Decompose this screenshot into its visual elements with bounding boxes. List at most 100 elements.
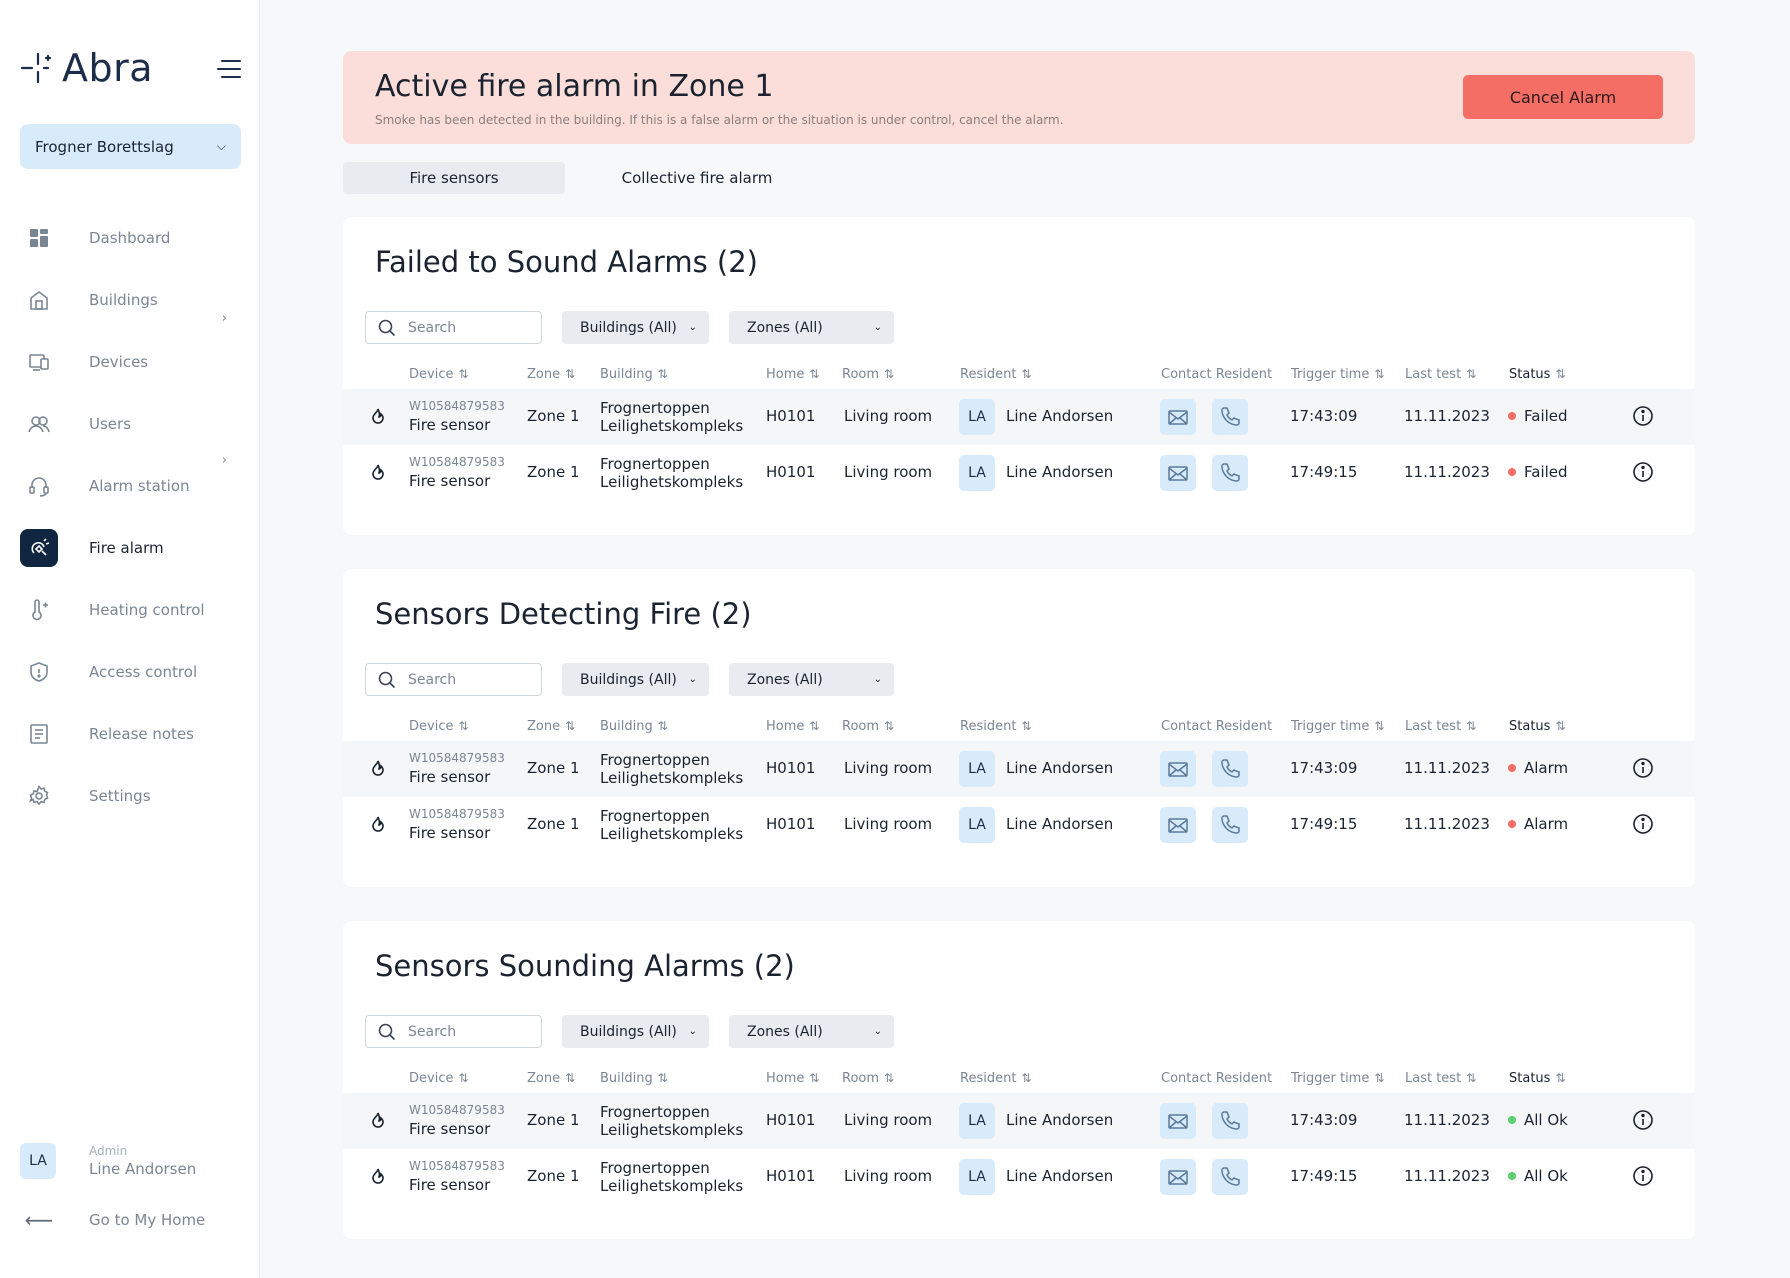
- organization-select[interactable]: Frogner Borettslag ⌵: [20, 124, 241, 169]
- call-resident-button[interactable]: [1212, 455, 1248, 491]
- tab-collective-fire-alarm[interactable]: Collective fire alarm: [565, 162, 829, 194]
- buildings-filter-dropdown[interactable]: Buildings (All) ⌄: [562, 1015, 709, 1048]
- buildings-filter-dropdown[interactable]: Buildings (All) ⌄: [562, 311, 709, 344]
- search-box[interactable]: [365, 311, 542, 344]
- nav-item-access-control[interactable]: Access control: [20, 641, 241, 703]
- sort-zone[interactable]: Zone ⇅: [527, 719, 575, 734]
- last-test-cell: 11.11.2023: [1404, 463, 1490, 481]
- email-resident-button[interactable]: [1160, 751, 1196, 787]
- sort-resident[interactable]: Resident ⇅: [960, 719, 1031, 734]
- zones-filter-dropdown[interactable]: Zones (All) ⌄: [729, 663, 894, 696]
- search-box[interactable]: [365, 1015, 542, 1048]
- status-label: Failed: [1524, 407, 1568, 425]
- nav-item-release-notes[interactable]: Release notes: [20, 703, 241, 765]
- nav-item-buildings[interactable]: Buildings ›: [20, 269, 241, 331]
- email-resident-button[interactable]: [1160, 455, 1196, 491]
- sort-room[interactable]: Room ⇅: [842, 367, 894, 382]
- table-row[interactable]: W10584879583 Fire sensor Zone 1 Frognert…: [343, 1149, 1695, 1205]
- sort-icon: ⇅: [565, 719, 576, 733]
- sort-zone[interactable]: Zone ⇅: [527, 367, 575, 382]
- sort-icon: ⇅: [565, 1071, 576, 1085]
- info-icon[interactable]: [1632, 813, 1654, 835]
- sort-trigger-time[interactable]: Trigger time ⇅: [1291, 367, 1384, 382]
- zones-filter-dropdown[interactable]: Zones (All) ⌄: [729, 311, 894, 344]
- call-resident-button[interactable]: [1212, 399, 1248, 435]
- sort-icon: ⇅: [884, 367, 895, 381]
- sort-room[interactable]: Room ⇅: [842, 719, 894, 734]
- info-icon[interactable]: [1632, 461, 1654, 483]
- table-row[interactable]: W10584879583 Fire sensor Zone 1 Frognert…: [343, 741, 1695, 797]
- sort-device[interactable]: Device ⇅: [409, 719, 469, 734]
- info-icon[interactable]: [1632, 757, 1654, 779]
- sort-device[interactable]: Device ⇅: [409, 367, 469, 382]
- nav-item-devices[interactable]: Devices: [20, 331, 241, 393]
- call-resident-button[interactable]: [1212, 1103, 1248, 1139]
- sort-device[interactable]: Device ⇅: [409, 1071, 469, 1086]
- sort-trigger-time[interactable]: Trigger time ⇅: [1291, 1071, 1384, 1086]
- nav-item-dashboard[interactable]: Dashboard: [20, 207, 241, 269]
- flame-icon: [368, 814, 388, 834]
- menu-toggle-icon[interactable]: [216, 58, 242, 80]
- sort-last-test[interactable]: Last test ⇅: [1405, 1071, 1476, 1086]
- info-icon[interactable]: [1632, 1165, 1654, 1187]
- call-resident-button[interactable]: [1212, 1159, 1248, 1195]
- resident-avatar: LA: [959, 1159, 995, 1195]
- abra-logo[interactable]: Abra: [20, 46, 153, 90]
- sort-building[interactable]: Building ⇅: [600, 1071, 668, 1086]
- arrow-left-icon: ⟵: [24, 1208, 54, 1232]
- table-row[interactable]: W10584879583 Fire sensor Zone 1 Frognert…: [343, 797, 1695, 853]
- section-title: Failed to Sound Alarms (2): [375, 245, 758, 279]
- logo-text: Abra: [62, 46, 154, 90]
- nav-item-settings[interactable]: Settings: [20, 765, 241, 827]
- column-header-label: Last test: [1405, 719, 1462, 734]
- alert-title: Active fire alarm in Zone 1: [375, 69, 774, 104]
- email-resident-button[interactable]: [1160, 1159, 1196, 1195]
- sort-icon: ⇅: [1555, 367, 1566, 381]
- info-icon[interactable]: [1632, 1109, 1654, 1131]
- sort-room[interactable]: Room ⇅: [842, 1071, 894, 1086]
- buildings-filter-dropdown[interactable]: Buildings (All) ⌄: [562, 663, 709, 696]
- call-resident-button[interactable]: [1212, 751, 1248, 787]
- table-row[interactable]: W10584879583 Fire sensor Zone 1 Frognert…: [343, 445, 1695, 501]
- email-resident-button[interactable]: [1160, 399, 1196, 435]
- sort-building[interactable]: Building ⇅: [600, 719, 668, 734]
- table-row[interactable]: W10584879583 Fire sensor Zone 1 Frognert…: [343, 389, 1695, 445]
- cancel-alarm-button[interactable]: Cancel Alarm: [1463, 75, 1663, 119]
- search-input[interactable]: [408, 319, 528, 336]
- sort-status[interactable]: Status ⇅: [1509, 719, 1566, 734]
- search-input[interactable]: [408, 1023, 528, 1040]
- zones-filter-dropdown[interactable]: Zones (All) ⌄: [729, 1015, 894, 1048]
- sort-last-test[interactable]: Last test ⇅: [1405, 367, 1476, 382]
- email-resident-button[interactable]: [1160, 1103, 1196, 1139]
- contact-resident-header: Contact Resident: [1161, 1071, 1272, 1086]
- info-icon[interactable]: [1632, 405, 1654, 427]
- call-resident-button[interactable]: [1212, 807, 1248, 843]
- nav-item-heating-control[interactable]: Heating control: [20, 579, 241, 641]
- email-resident-button[interactable]: [1160, 807, 1196, 843]
- search-input[interactable]: [408, 671, 528, 688]
- nav-label: Release notes: [89, 725, 194, 743]
- chevron-right-icon[interactable]: ›: [222, 453, 227, 468]
- sort-building[interactable]: Building ⇅: [600, 367, 668, 382]
- sort-status[interactable]: Status ⇅: [1509, 367, 1566, 382]
- chevron-right-icon[interactable]: ›: [222, 311, 227, 326]
- go-home-link[interactable]: ⟵ Go to My Home: [20, 1208, 206, 1232]
- sort-last-test[interactable]: Last test ⇅: [1405, 719, 1476, 734]
- column-header-label: Device: [409, 719, 454, 734]
- sort-resident[interactable]: Resident ⇅: [960, 367, 1031, 382]
- sort-home[interactable]: Home ⇅: [766, 719, 819, 734]
- sort-zone[interactable]: Zone ⇅: [527, 1071, 575, 1086]
- sort-home[interactable]: Home ⇅: [766, 367, 819, 382]
- current-user[interactable]: LA Admin Line Andorsen: [20, 1143, 196, 1179]
- tab-fire-sensors[interactable]: Fire sensors: [343, 162, 565, 194]
- table-row[interactable]: W10584879583 Fire sensor Zone 1 Frognert…: [343, 1093, 1695, 1149]
- search-box[interactable]: [365, 663, 542, 696]
- building-name: Frognertoppen: [600, 1103, 710, 1121]
- nav-item-alarm-station[interactable]: Alarm station ›: [20, 453, 241, 517]
- nav-item-users[interactable]: Users: [20, 393, 241, 455]
- sort-resident[interactable]: Resident ⇅: [960, 1071, 1031, 1086]
- sort-status[interactable]: Status ⇅: [1509, 1071, 1566, 1086]
- sort-home[interactable]: Home ⇅: [766, 1071, 819, 1086]
- nav-item-fire-alarm[interactable]: Fire alarm: [20, 517, 241, 579]
- sort-trigger-time[interactable]: Trigger time ⇅: [1291, 719, 1384, 734]
